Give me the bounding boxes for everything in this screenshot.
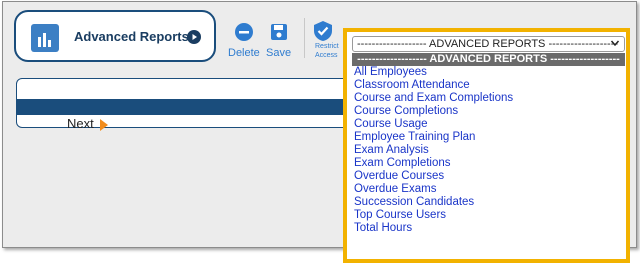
dropdown-option[interactable]: Top Course Users [352,209,625,222]
report-type-select[interactable]: ------------------- ADVANCED REPORTS ---… [352,36,625,52]
report-type-selected: ------------------- ADVANCED REPORTS ---… [357,38,619,50]
dropdown-option[interactable]: Succession Candidates [352,196,625,209]
dropdown-option[interactable]: Course and Exam Completions [352,92,625,105]
dropdown-option[interactable]: Course Completions [352,105,625,118]
dropdown-group-header: ------------------- ADVANCED REPORTS ---… [352,53,625,66]
play-circle-icon[interactable] [187,30,201,49]
next-arrow-icon[interactable] [100,118,108,136]
dropdown-option[interactable]: All Employees [352,66,625,79]
dropdown-option[interactable]: Employee Training Plan [352,131,625,144]
save-label: Save [266,47,292,59]
delete-button[interactable]: Delete [228,22,260,59]
shield-check-icon [314,21,332,41]
dropdown-option[interactable]: Course Usage [352,118,625,131]
dropdown-option[interactable]: Exam Completions [352,157,625,170]
restrict-access-label: Restrict Access [315,42,339,60]
dropdown-option[interactable]: Total Hours [352,222,625,235]
restrict-label-line2: Access [315,52,338,59]
dropdown-option[interactable]: Exam Analysis [352,144,625,157]
dropdown-option[interactable]: Overdue Exams [352,183,625,196]
advanced-reports-title: Advanced Reports [74,29,189,44]
delete-label: Delete [228,47,260,59]
toolbar-divider [304,18,305,58]
save-button[interactable]: Save [266,22,291,59]
next-link[interactable]: Next [67,116,94,131]
floppy-disk-icon [270,24,287,40]
report-dropdown-highlight: ------------------- ADVANCED REPORTS ---… [343,28,630,263]
dropdown-option[interactable]: Classroom Attendance [352,79,625,92]
advanced-reports-button[interactable]: Advanced Reports [14,10,216,62]
minus-circle-icon [234,23,253,41]
bar-chart-icon [31,24,59,52]
chevron-down-icon[interactable] [610,37,620,53]
restrict-label-line1: Restrict [315,43,339,50]
dropdown-option[interactable]: Overdue Courses [352,170,625,183]
panel-header-bar [17,99,355,115]
dropdown-options-list: All Employees Classroom Attendance Cours… [352,66,625,235]
